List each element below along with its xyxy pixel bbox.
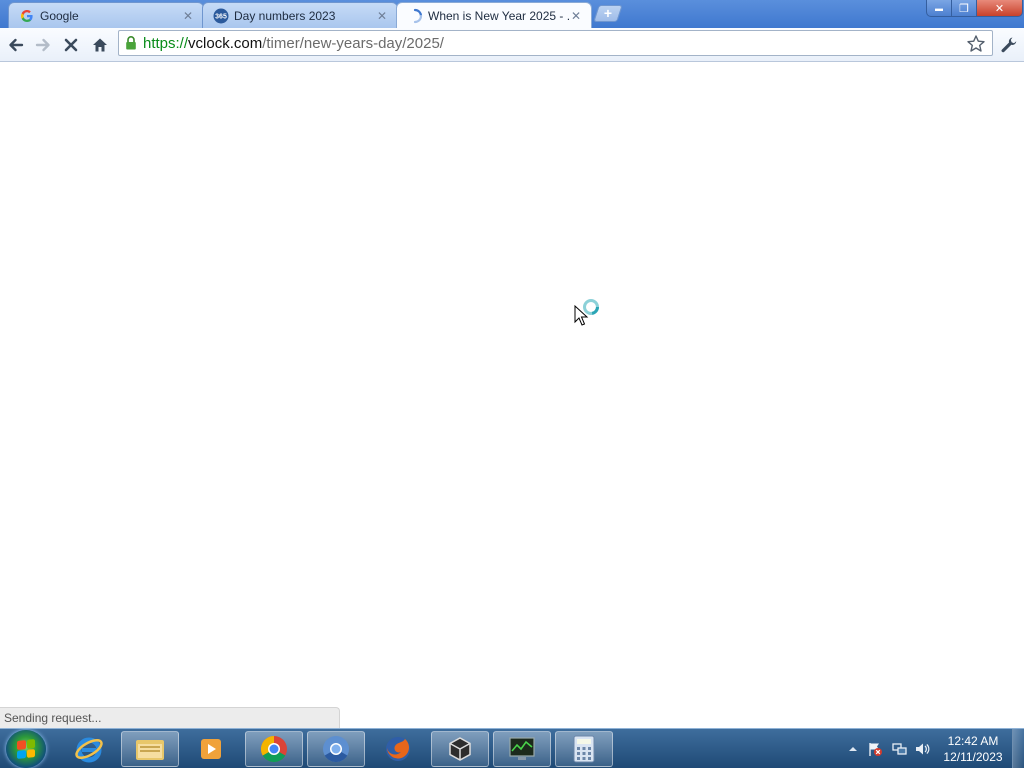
windows-logo-icon (17, 739, 35, 759)
taskbar-firefox[interactable] (369, 731, 427, 767)
google-favicon-icon (19, 8, 35, 24)
address-bar[interactable]: https://vclock.com/timer/new-years-day/2… (118, 30, 993, 56)
maximize-button[interactable]: ❐ (951, 0, 977, 17)
task-manager-icon (509, 737, 535, 760)
taskbar-task-manager[interactable] (493, 731, 551, 767)
tab-title: Google (40, 8, 79, 23)
folder-icon (136, 740, 164, 760)
svg-text:365: 365 (215, 13, 227, 20)
system-clock[interactable]: 12:42 AM 12/11/2023 (935, 733, 1011, 765)
show-desktop-button[interactable] (1012, 729, 1024, 768)
clock-time: 12:42 AM (947, 734, 999, 748)
chromium-icon (323, 736, 349, 763)
taskbar-chromium[interactable] (307, 731, 365, 767)
taskbar-media-player[interactable] (182, 731, 240, 767)
tab-day-numbers[interactable]: 365 Day numbers 2023 ✕ (202, 2, 398, 28)
close-icon[interactable]: ✕ (569, 9, 583, 23)
volume-icon[interactable] (914, 741, 930, 757)
internet-explorer-icon (75, 737, 103, 763)
taskbar-google-chrome[interactable] (245, 731, 303, 767)
busy-cursor-icon (574, 299, 599, 326)
close-icon[interactable]: ✕ (181, 9, 195, 23)
home-button[interactable] (87, 32, 113, 58)
taskbar-internet-explorer[interactable] (60, 731, 118, 767)
stop-x-icon (64, 38, 78, 52)
chrome-icon (260, 735, 287, 763)
media-player-icon (201, 739, 221, 759)
status-bubble: Sending request... (0, 707, 340, 728)
start-button[interactable] (6, 730, 46, 768)
url-host: vclock.com (188, 34, 263, 52)
browser-tab-strip: Google ✕ 365 Day numbers 2023 ✕ When is … (0, 0, 1024, 28)
plus-icon: + (603, 5, 613, 21)
action-center-flag-icon[interactable] (867, 741, 883, 757)
unity-cube-icon (449, 737, 471, 761)
tab-title: When is New Year 2025 - ... (428, 8, 569, 23)
back-button[interactable] (3, 32, 29, 58)
clock-date: 12/11/2023 (943, 750, 1003, 764)
windows-taskbar: 12:42 AM 12/11/2023 (0, 728, 1024, 768)
back-arrow-icon (9, 38, 24, 52)
forward-button[interactable] (30, 32, 56, 58)
taskbar-unity[interactable] (431, 731, 489, 767)
firefox-icon (386, 737, 410, 761)
bookmark-star-icon[interactable] (966, 34, 986, 54)
lock-icon[interactable] (119, 31, 143, 55)
url-scheme: https:// (143, 34, 189, 52)
tab-new-year-2025[interactable]: When is New Year 2025 - ... ✕ (396, 2, 592, 28)
365-favicon-icon: 365 (213, 8, 229, 24)
restore-icon: ❐ (959, 2, 969, 15)
tab-google[interactable]: Google ✕ (8, 2, 204, 28)
forward-arrow-icon (35, 38, 50, 52)
calculator-icon (573, 735, 595, 763)
url-text: https://vclock.com/timer/new-years-day/2… (143, 35, 444, 52)
show-hidden-icons-icon[interactable] (845, 741, 861, 757)
tab-title: Day numbers 2023 (234, 8, 336, 23)
network-icon[interactable] (891, 741, 907, 757)
taskbar-windows-explorer[interactable] (121, 731, 179, 767)
close-icon: ✕ (994, 2, 1005, 15)
stop-button[interactable] (58, 32, 84, 58)
new-tab-button[interactable]: + (593, 5, 623, 22)
minimize-icon: ▬ (935, 3, 943, 13)
browser-toolbar: https://vclock.com/timer/new-years-day/2… (0, 28, 1024, 62)
wrench-icon (1001, 37, 1017, 53)
loading-spinner-icon (407, 8, 423, 24)
settings-wrench-button[interactable] (996, 32, 1022, 58)
taskbar-calculator[interactable] (555, 731, 613, 767)
close-icon[interactable]: ✕ (375, 9, 389, 23)
minimize-button[interactable]: ▬ (926, 0, 952, 17)
close-window-button[interactable]: ✕ (976, 0, 1023, 17)
url-path: /timer/new-years-day/2025/ (262, 34, 444, 52)
home-icon (93, 38, 107, 52)
page-content (0, 63, 1024, 727)
